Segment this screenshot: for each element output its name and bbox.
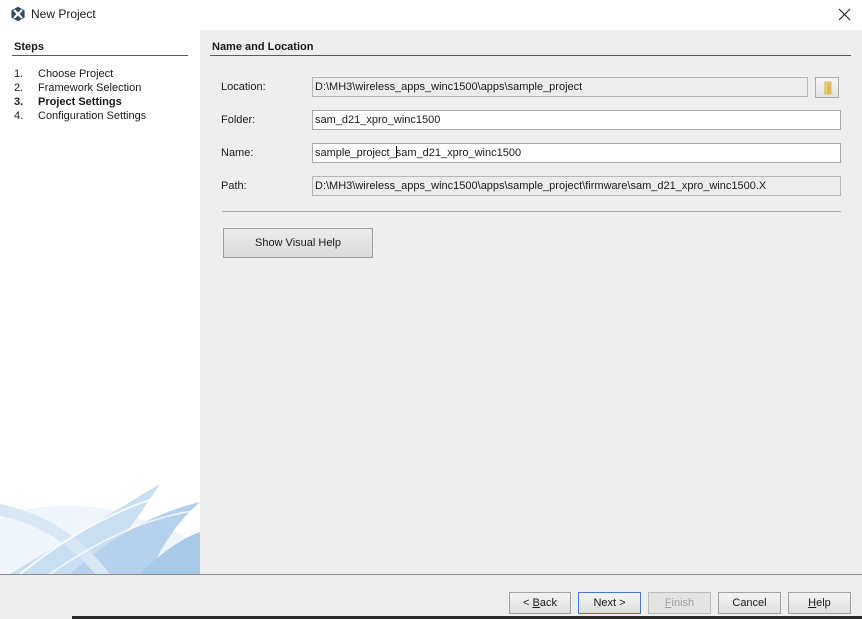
show-visual-help-button[interactable]: Show Visual Help — [223, 228, 373, 258]
folder-icon — [824, 81, 832, 95]
path-field: D:\MH3\wireless_apps_winc1500\apps\sampl… — [312, 176, 841, 196]
decorative-swoosh-graphic — [0, 484, 200, 574]
step-label: Framework Selection — [38, 82, 142, 94]
back-label-rest: ack — [539, 597, 557, 609]
steps-panel: Steps 1. Choose Project 2. Framework Selec… — [0, 30, 200, 574]
name-label: Name: — [221, 147, 254, 159]
step-item: 1. Choose Project — [14, 67, 146, 81]
app-icon — [11, 6, 25, 22]
finish-mnemonic: F — [664, 597, 672, 609]
back-prefix: < — [523, 597, 533, 609]
browse-button[interactable] — [815, 77, 839, 98]
name-field[interactable]: sample_project_sam_d21_xpro_winc1500 — [312, 143, 841, 163]
back-button[interactable]: < Back — [509, 592, 571, 614]
window-title: New Project — [31, 7, 96, 21]
title-bar: New Project — [0, 0, 862, 30]
step-item-current: 3. Project Settings — [14, 95, 146, 109]
folder-label: Folder: — [221, 114, 256, 126]
next-button[interactable]: Next > — [578, 592, 641, 614]
content-separator — [222, 211, 841, 212]
close-icon — [838, 8, 851, 21]
button-bar: < Back Next > Finish Cancel Help — [0, 575, 862, 619]
step-label: Project Settings — [38, 96, 122, 108]
finish-label-rest: inish — [671, 597, 695, 609]
steps-list: 1. Choose Project 2. Framework Selection 3… — [14, 67, 146, 123]
step-number: 4. — [14, 110, 24, 122]
close-button[interactable] — [828, 0, 862, 30]
location-label: Location: — [221, 81, 266, 93]
step-item: 4. Configuration Settings — [14, 109, 146, 123]
step-number: 2. — [14, 82, 24, 94]
path-label: Path: — [221, 180, 247, 192]
step-item: 2. Framework Selection — [14, 81, 146, 95]
steps-title: Steps — [14, 41, 44, 53]
step-label: Configuration Settings — [38, 110, 147, 122]
location-field[interactable]: D:\MH3\wireless_apps_winc1500\apps\sampl… — [312, 77, 808, 97]
folder-field[interactable]: sam_d21_xpro_winc1500 — [312, 110, 841, 130]
step-label: Choose Project — [38, 68, 114, 80]
content-panel: Name and Location Location: D:\MH3\wirel… — [200, 30, 862, 574]
help-mnemonic: H — [808, 597, 817, 609]
help-label-rest: elp — [816, 597, 831, 609]
step-number: 1. — [14, 68, 24, 80]
finish-button[interactable]: Finish — [648, 592, 711, 614]
help-button[interactable]: Help — [788, 592, 851, 614]
name-value-end: sam_d21_xpro_winc1500 — [395, 147, 522, 159]
back-mnemonic: B — [532, 597, 540, 609]
section-divider — [210, 55, 851, 56]
section-title: Name and Location — [212, 41, 314, 53]
steps-divider — [12, 55, 188, 56]
cancel-button[interactable]: Cancel — [718, 592, 781, 614]
step-number: 3. — [14, 96, 24, 108]
name-value-start: sample_project_ — [315, 147, 396, 159]
